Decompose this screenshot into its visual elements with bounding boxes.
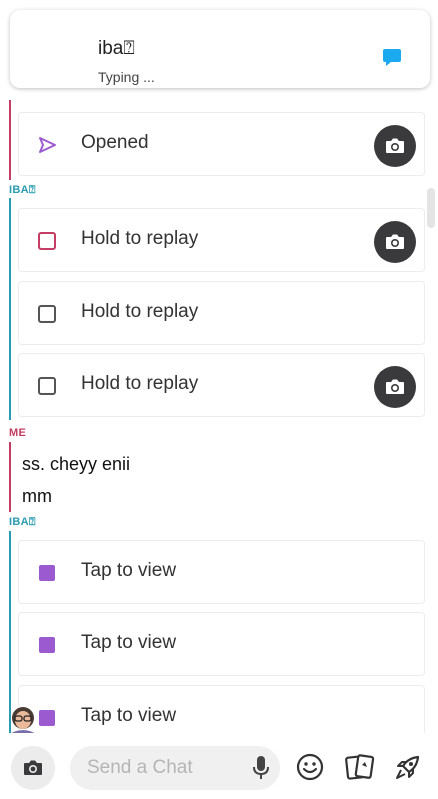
reply-camera-button[interactable] xyxy=(374,366,416,408)
camera-icon xyxy=(24,760,42,775)
snap-row-opened[interactable]: Opened xyxy=(18,112,425,176)
snap-status-label: Hold to replay xyxy=(81,373,199,394)
camera-icon xyxy=(386,379,404,394)
bitmoji-avatar[interactable] xyxy=(6,705,40,735)
chat-bubble-icon[interactable] xyxy=(382,47,402,67)
snap-status-label: Tap to view xyxy=(81,705,177,726)
reply-camera-button[interactable] xyxy=(374,125,416,167)
cards-icon[interactable] xyxy=(345,753,375,781)
snap-status-label: Opened xyxy=(81,132,149,153)
chat-input[interactable] xyxy=(70,746,280,790)
replay-square-icon xyxy=(38,377,56,395)
chat-message[interactable]: mm xyxy=(22,486,52,507)
sender-line-me xyxy=(9,442,11,512)
camera-button[interactable] xyxy=(11,746,55,790)
reply-camera-button[interactable] xyxy=(374,221,416,263)
replay-square-icon xyxy=(38,232,56,250)
snap-row-unopened[interactable]: Tap to view xyxy=(18,612,425,676)
unopened-snap-icon xyxy=(39,565,55,581)
smiley-icon[interactable] xyxy=(296,753,324,781)
sender-line-them xyxy=(9,531,11,733)
snap-row-replay[interactable]: Hold to replay xyxy=(18,281,425,345)
sender-label-them: IBA⍰ xyxy=(9,516,36,528)
snap-row-replay[interactable]: Hold to replay xyxy=(18,353,425,417)
replay-square-icon xyxy=(38,305,56,323)
unopened-snap-icon xyxy=(39,710,55,726)
snap-status-label: Tap to view xyxy=(81,632,177,653)
snap-status-label: Tap to view xyxy=(81,560,177,581)
sender-label-me: ME xyxy=(9,427,27,439)
snap-status-label: Hold to replay xyxy=(81,301,199,322)
composer-bar xyxy=(0,733,438,799)
contact-name[interactable]: iba⍰ xyxy=(98,38,135,60)
snap-row-replay[interactable]: Hold to replay xyxy=(18,208,425,272)
camera-icon xyxy=(386,234,404,249)
chat-message[interactable]: ss. cheyy enii xyxy=(22,454,130,475)
snap-status-label: Hold to replay xyxy=(81,228,199,249)
chat-header[interactable]: iba⍰ Typing ... xyxy=(10,10,430,88)
sender-label-them: IBA⍰ xyxy=(9,184,36,196)
microphone-icon[interactable] xyxy=(252,755,270,781)
sender-line-me xyxy=(9,100,11,180)
snap-row-unopened[interactable]: Tap to view xyxy=(18,540,425,604)
sender-line-them xyxy=(9,198,11,420)
camera-icon xyxy=(386,138,404,153)
unopened-snap-icon xyxy=(39,637,55,653)
scroll-handle[interactable] xyxy=(427,188,435,228)
rocket-icon[interactable] xyxy=(394,753,422,781)
typing-status: Typing ... xyxy=(98,69,155,85)
sent-arrow-icon xyxy=(39,137,56,153)
